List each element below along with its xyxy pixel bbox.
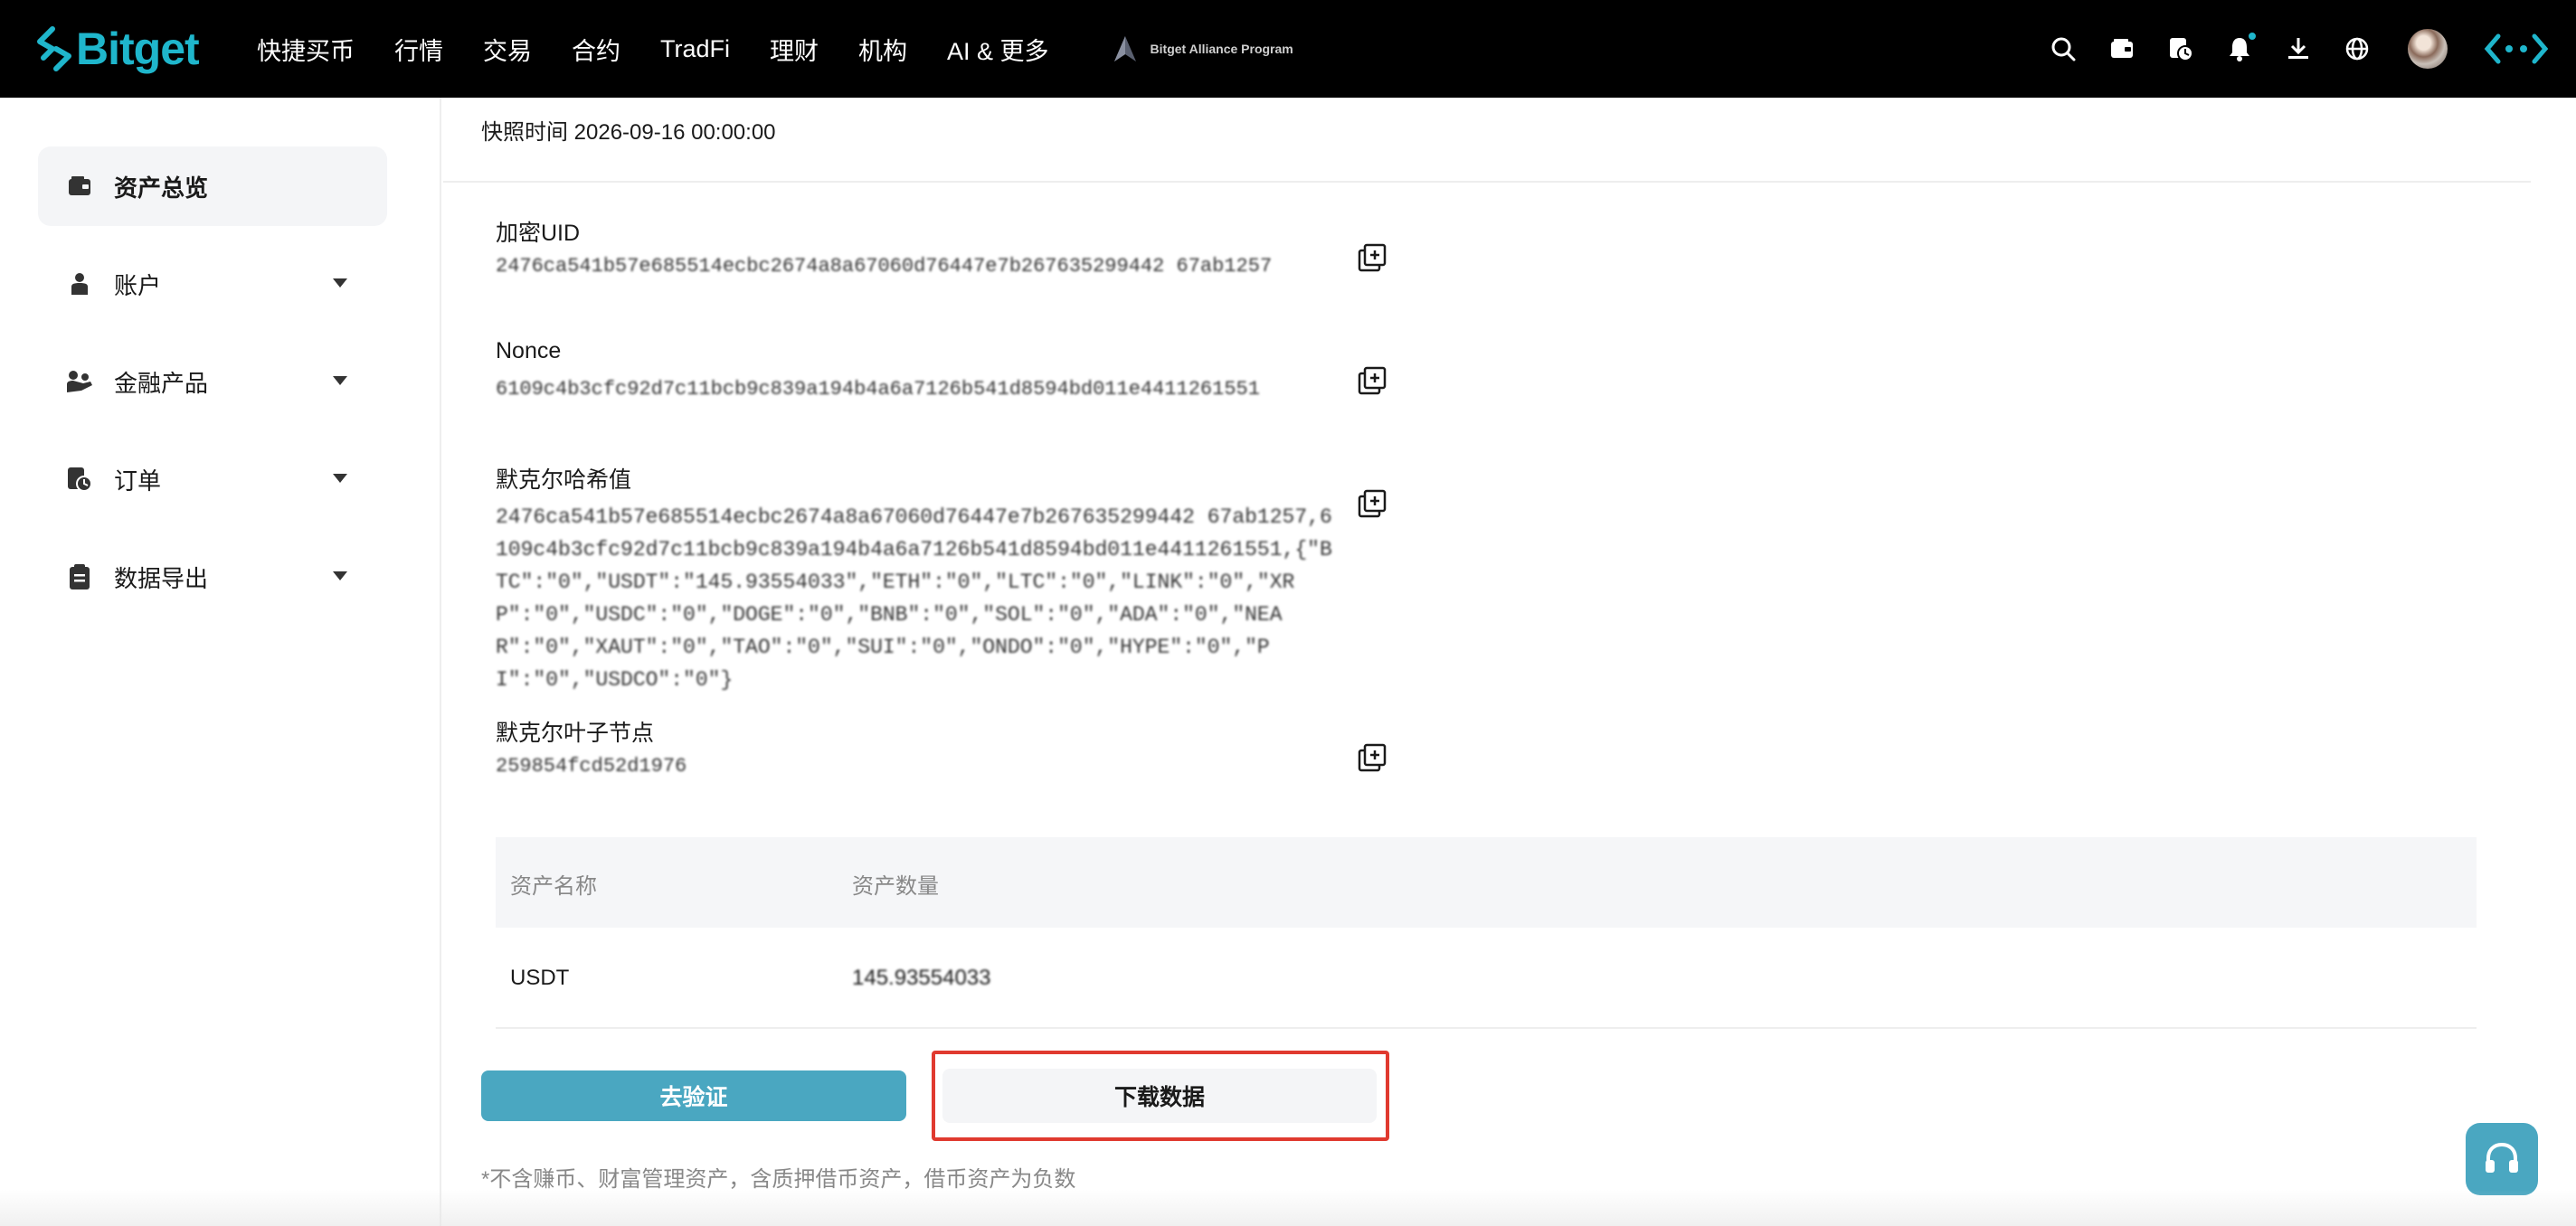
clipboard-icon <box>65 562 94 591</box>
sidebar-item-financial-products[interactable]: 金融产品 <box>38 342 387 421</box>
top-icon-group <box>2024 0 2549 98</box>
copy-icon[interactable] <box>1357 242 1387 273</box>
column-header-asset-name: 资产名称 <box>510 874 597 899</box>
wallet-icon[interactable] <box>2102 29 2142 69</box>
merkle-leaf-label: 默克尔叶子节点 <box>496 721 655 746</box>
sidebar-item-label: 金融产品 <box>114 369 209 397</box>
encrypted-uid-label: 加密UID <box>496 221 581 246</box>
search-icon[interactable] <box>2043 29 2083 69</box>
nav-item-markets[interactable]: 行情 <box>394 32 443 67</box>
sidebar-item-account[interactable]: 账户 <box>38 244 387 324</box>
wallet-icon <box>65 172 94 201</box>
copy-icon[interactable] <box>1357 488 1387 519</box>
sidebar-item-asset-overview[interactable]: 资产总览 <box>38 146 387 226</box>
headset-icon <box>2486 1142 2518 1173</box>
nav-item-earn[interactable]: 理财 <box>770 32 819 67</box>
download-data-button[interactable]: 下载数据 <box>942 1069 1377 1123</box>
verify-button[interactable]: 去验证 <box>481 1070 906 1121</box>
brand-mark-icon[interactable] <box>2484 29 2549 69</box>
table-row: USDT 145.93554033 <box>496 929 2477 1029</box>
chevron-down-icon <box>333 571 347 580</box>
customer-support-button[interactable] <box>2466 1123 2538 1195</box>
bitget-logo-icon <box>37 26 71 71</box>
bell-icon[interactable] <box>2220 29 2259 69</box>
order-icon <box>65 465 94 494</box>
snapshot-time: 快照时间 2026-09-16 00:00:00 <box>481 120 776 145</box>
bitget-logo[interactable]: Bitget <box>36 22 217 76</box>
nav-item-quick-buy[interactable]: 快捷买币 <box>257 32 355 67</box>
finance-icon <box>65 367 94 396</box>
notification-dot <box>2247 31 2258 42</box>
column-header-asset-amount: 资产数量 <box>852 874 939 899</box>
sidebar-item-label: 资产总览 <box>114 174 209 202</box>
asset-table-header: 资产名称 资产数量 <box>496 837 2477 928</box>
alliance-label: Bitget Alliance Program <box>1150 42 1293 56</box>
nonce-value: 6109c4b3cfc92d7c11bcb9c839a194b4a6a7126b… <box>496 378 1260 401</box>
merkle-hash-value: 2476ca541b57e685514ecbc2674a8a67060d7644… <box>496 505 1332 692</box>
sidebar-item-label: 数据导出 <box>114 564 209 592</box>
sidebar-item-label: 账户 <box>114 271 162 299</box>
nonce-label: Nonce <box>496 338 562 363</box>
nav-item-ai-more[interactable]: AI & 更多 <box>947 32 1049 67</box>
logo-text: Bitget <box>76 24 200 74</box>
asset-amount-cell: 145.93554033 <box>852 966 991 990</box>
chevron-down-icon <box>333 376 347 385</box>
copy-icon[interactable] <box>1357 365 1387 396</box>
nav-item-tradfi[interactable]: TradFi <box>660 35 730 63</box>
download-highlight-box: 下载数据 <box>932 1051 1389 1141</box>
copy-icon[interactable] <box>1357 742 1387 773</box>
nav-item-institutional[interactable]: 机构 <box>858 32 907 67</box>
disclaimer-note: *不含赚币、财富管理资产，含质押借币资产，借币资产为负数 <box>481 1167 1076 1192</box>
merkle-hash-label: 默克尔哈希值 <box>496 467 632 493</box>
alliance-program-link[interactable]: Bitget Alliance Program <box>1113 34 1293 63</box>
globe-icon[interactable] <box>2337 29 2377 69</box>
download-icon[interactable] <box>2278 29 2318 69</box>
top-navigation-bar: Bitget 快捷买币 行情 交易 合约 TradFi 理财 机构 AI & 更… <box>0 0 2576 98</box>
sidebar-item-orders[interactable]: 订单 <box>38 439 387 519</box>
divider <box>443 181 2531 183</box>
encrypted-uid-value: 2476ca541b57e685514ecbc2674a8a67060d7644… <box>496 255 1273 278</box>
nav-item-trade[interactable]: 交易 <box>483 32 532 67</box>
history-icon[interactable] <box>2161 29 2201 69</box>
sidebar-item-label: 订单 <box>114 467 162 495</box>
alliance-logo-icon <box>1113 36 1136 61</box>
main-content: 快照时间 2026-09-16 00:00:00 加密UID 2476ca541… <box>443 98 2576 1226</box>
main-nav: 快捷买币 行情 交易 合约 TradFi 理财 机构 AI & 更多 <box>257 32 1089 67</box>
merkle-leaf-value: 259854fcd52d1976 <box>496 755 687 778</box>
user-icon <box>65 269 94 298</box>
nav-item-futures[interactable]: 合约 <box>572 32 620 67</box>
chevron-down-icon <box>333 474 347 483</box>
avatar[interactable] <box>2408 29 2448 69</box>
asset-name-cell: USDT <box>510 966 570 990</box>
sidebar-item-data-export[interactable]: 数据导出 <box>38 537 387 617</box>
sidebar: 资产总览 账户 金融产品 订单 数据导出 <box>0 98 441 1226</box>
chevron-down-icon <box>333 278 347 288</box>
